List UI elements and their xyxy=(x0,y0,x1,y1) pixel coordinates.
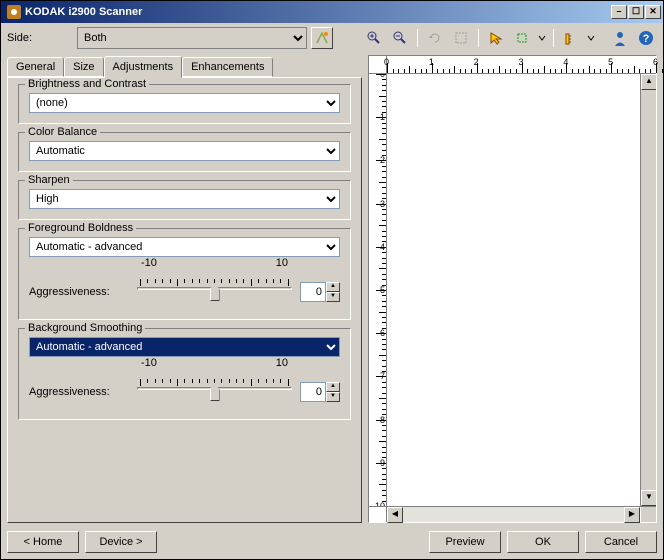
spin-down[interactable]: ▼ xyxy=(326,292,340,302)
separator xyxy=(553,29,554,47)
side-tool-icon[interactable] xyxy=(311,27,333,49)
foreground-slider[interactable]: -1010 xyxy=(137,275,292,309)
horizontal-scrollbar[interactable]: ◀ ▶ xyxy=(369,506,656,522)
background-aggr-input[interactable] xyxy=(300,382,326,402)
sharpen-group: Sharpen High xyxy=(18,180,351,220)
selection-icon[interactable] xyxy=(485,27,507,49)
foreground-group: Foreground Boldness Automatic - advanced… xyxy=(18,228,351,320)
cancel-button[interactable]: Cancel xyxy=(585,531,657,553)
separator xyxy=(478,29,479,47)
slider-max: 10 xyxy=(276,357,288,369)
background-legend: Background Smoothing xyxy=(25,322,145,334)
foreground-legend: Foreground Boldness xyxy=(25,222,136,234)
spin-up[interactable]: ▲ xyxy=(326,282,340,292)
maximize-button[interactable]: ☐ xyxy=(628,5,644,19)
device-button[interactable]: Device > xyxy=(85,531,157,553)
left-column: General Size Adjustments Enhancements Br… xyxy=(7,55,362,523)
crop-icon[interactable] xyxy=(450,27,472,49)
tab-enhancements[interactable]: Enhancements xyxy=(182,57,273,77)
preview-toolbar: ? xyxy=(363,27,657,49)
color-balance-select[interactable]: Automatic xyxy=(29,141,340,161)
slider-thumb[interactable] xyxy=(210,283,220,301)
spin-down[interactable]: ▼ xyxy=(326,392,340,402)
side-select[interactable]: Both xyxy=(77,27,307,49)
chevron-down-icon[interactable] xyxy=(537,27,547,49)
ruler-units-icon[interactable] xyxy=(560,27,582,49)
foreground-aggr-label: Aggressiveness: xyxy=(29,286,129,298)
help-people-icon[interactable] xyxy=(609,27,631,49)
spin-up[interactable]: ▲ xyxy=(326,382,340,392)
preview-canvas[interactable]: ▲ ▼ xyxy=(387,74,656,506)
sharpen-select[interactable]: High xyxy=(29,189,340,209)
highlight-icon[interactable] xyxy=(511,27,533,49)
titlebar: KODAK i2900 Scanner – ☐ ✕ xyxy=(1,1,663,23)
side-label: Side: xyxy=(7,32,77,44)
separator xyxy=(417,29,418,47)
sharpen-legend: Sharpen xyxy=(25,174,73,186)
slider-max: 10 xyxy=(276,257,288,269)
tab-bar: General Size Adjustments Enhancements xyxy=(7,55,362,77)
tab-panel: Brightness and Contrast (none) Color Bal… xyxy=(7,77,362,523)
foreground-slider-row: Aggressiveness: -1010 ▲▼ xyxy=(29,275,340,309)
tab-size[interactable]: Size xyxy=(64,57,103,77)
preview-button[interactable]: Preview xyxy=(429,531,501,553)
minimize-button[interactable]: – xyxy=(611,5,627,19)
background-group: Background Smoothing Automatic - advance… xyxy=(18,328,351,420)
color-balance-legend: Color Balance xyxy=(25,126,100,138)
foreground-aggr-input[interactable] xyxy=(300,282,326,302)
top-row: Side: Both ? xyxy=(1,23,663,53)
help-question-icon[interactable]: ? xyxy=(635,27,657,49)
tab-adjustments[interactable]: Adjustments xyxy=(104,56,183,78)
preview-pane: 0123456 012345678910 ▲ ▼ ◀ ▶ xyxy=(368,55,657,523)
background-slider-row: Aggressiveness: -1010 ▲▼ xyxy=(29,375,340,409)
preview-page xyxy=(387,74,644,506)
main-area: General Size Adjustments Enhancements Br… xyxy=(1,53,663,525)
bottom-row: < Home Device > Preview OK Cancel xyxy=(1,525,663,559)
slider-min: -10 xyxy=(141,257,157,269)
foreground-select[interactable]: Automatic - advanced xyxy=(29,237,340,257)
app-icon xyxy=(7,5,21,19)
brightness-legend: Brightness and Contrast xyxy=(25,78,149,90)
color-balance-group: Color Balance Automatic xyxy=(18,132,351,172)
chevron-down-icon[interactable] xyxy=(586,27,596,49)
ok-button[interactable]: OK xyxy=(507,531,579,553)
tab-general[interactable]: General xyxy=(7,57,64,77)
zoom-out-icon[interactable] xyxy=(389,27,411,49)
home-button[interactable]: < Home xyxy=(7,531,79,553)
horizontal-ruler: 0123456 xyxy=(369,56,656,74)
vertical-scrollbar[interactable]: ▲ ▼ xyxy=(640,74,656,506)
background-aggr-label: Aggressiveness: xyxy=(29,386,129,398)
background-select[interactable]: Automatic - advanced xyxy=(29,337,340,357)
slider-min: -10 xyxy=(141,357,157,369)
zoom-in-icon[interactable] xyxy=(363,27,385,49)
close-button[interactable]: ✕ xyxy=(645,5,661,19)
scanner-window: KODAK i2900 Scanner – ☐ ✕ Side: Both xyxy=(0,0,664,560)
vertical-ruler: 012345678910 xyxy=(369,74,387,506)
brightness-select[interactable]: (none) xyxy=(29,93,340,113)
brightness-group: Brightness and Contrast (none) xyxy=(18,84,351,124)
rotate-icon[interactable] xyxy=(424,27,446,49)
window-title: KODAK i2900 Scanner xyxy=(25,6,611,18)
window-controls: – ☐ ✕ xyxy=(611,5,661,19)
background-slider[interactable]: -1010 xyxy=(137,375,292,409)
svg-text:?: ? xyxy=(643,33,650,45)
slider-thumb[interactable] xyxy=(210,383,220,401)
